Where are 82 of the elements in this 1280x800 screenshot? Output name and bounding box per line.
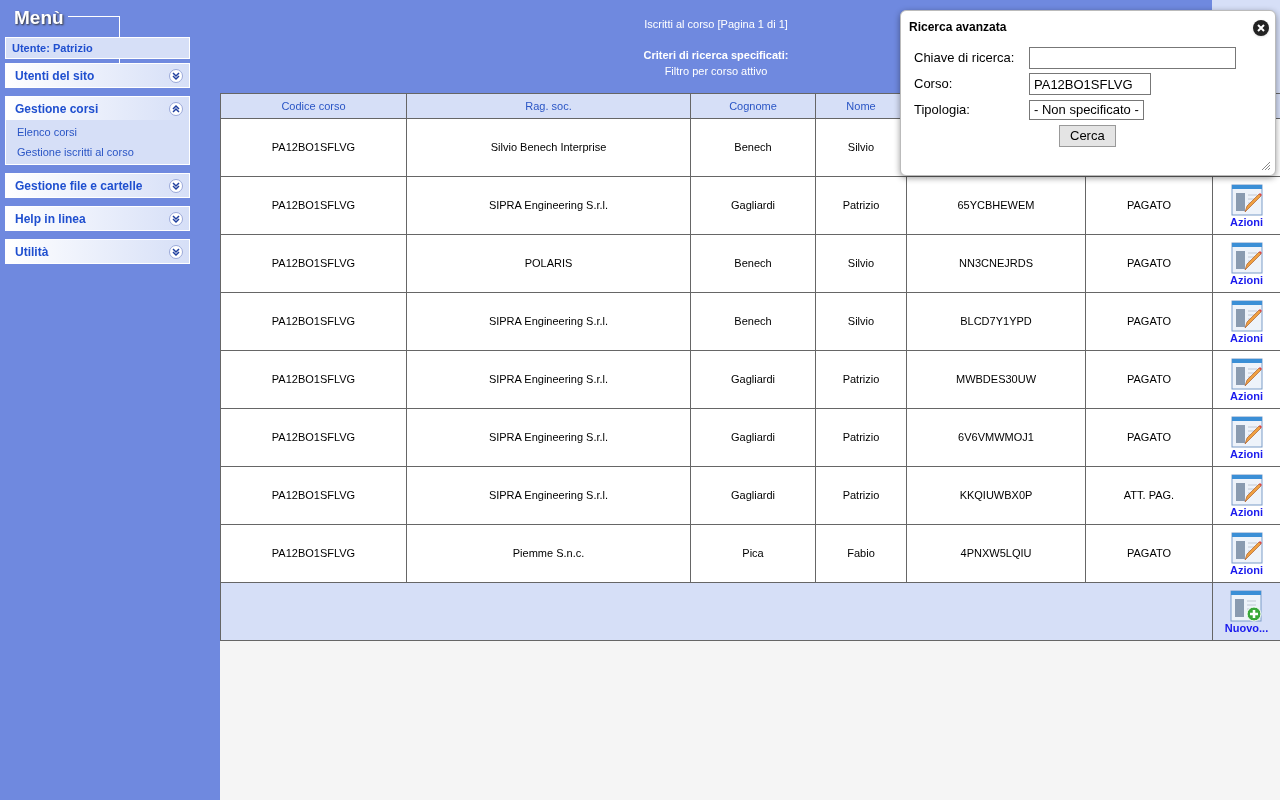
column-header: Cognome [729, 99, 777, 112]
table-cell: 4PNXW5LQIU [960, 547, 1032, 560]
table-cell: SIPRA Engineering S.r.l. [488, 489, 609, 502]
table-cell: ATT. PAG. [1123, 489, 1175, 502]
table-cell: Benech [734, 315, 772, 328]
search-key-field[interactable] [1029, 47, 1236, 69]
edit-document-icon [1230, 415, 1263, 448]
table-cell: Silvio [847, 141, 875, 154]
table-cell: Patrizio [842, 199, 880, 212]
table-cell: PA12BO1SFLVG [271, 489, 356, 502]
table-cell: PA12BO1SFLVG [271, 431, 356, 444]
expand-icon[interactable] [169, 211, 183, 226]
close-icon [1257, 24, 1265, 32]
table-cell: PA12BO1SFLVG [271, 257, 356, 270]
menu-link[interactable]: Gestione iscritti al corso [6, 142, 134, 162]
field-label: Tipologia: [914, 101, 971, 120]
edit-document-icon [1230, 531, 1263, 564]
table-cell: PAGATO [1127, 315, 1171, 328]
expand-icon[interactable] [169, 68, 183, 83]
table-cell: SIPRA Engineering S.r.l. [488, 199, 609, 212]
table-cell: BLCD7Y1YPD [960, 315, 1032, 328]
table-cell: Gagliardi [731, 373, 775, 386]
menu-section-header[interactable]: Utilità [15, 242, 49, 261]
expand-icon[interactable] [169, 244, 183, 259]
table-cell: SIPRA Engineering S.r.l. [488, 373, 609, 386]
table-cell: Gagliardi [731, 431, 775, 444]
menu-title: Menù [14, 6, 64, 30]
table-cell: Benech [734, 141, 772, 154]
table-cell: Patrizio [842, 431, 880, 444]
table-cell: PA12BO1SFLVG [271, 141, 356, 154]
edit-document-icon [1230, 241, 1263, 274]
table-cell: MWBDES30UW [955, 373, 1037, 386]
menu-link[interactable]: Elenco corsi [6, 122, 77, 142]
table-cell: PAGATO [1127, 547, 1171, 560]
edit-document-icon [1230, 357, 1263, 390]
edit-document-icon [1230, 299, 1263, 332]
type-select[interactable]: - Non specificato - [1029, 100, 1144, 120]
edit-document-icon [1230, 183, 1263, 216]
field-label: Chiave di ricerca: [914, 49, 1016, 68]
user-label: Utente: Patrizio [5, 37, 190, 59]
table-cell: Piemme S.n.c. [512, 547, 585, 560]
table-cell: Fabio [847, 547, 875, 560]
table-cell: Gagliardi [731, 199, 775, 212]
expand-icon[interactable] [169, 178, 183, 193]
table-cell: POLARIS [524, 257, 573, 270]
criteria-label: Criteri di ricerca specificati: [643, 47, 789, 63]
collapse-icon[interactable] [169, 101, 183, 116]
table-cell: PAGATO [1127, 431, 1171, 444]
search-button[interactable]: Cerca [1059, 125, 1116, 147]
table-cell: 65YCBHEWEM [957, 199, 1035, 212]
table-cell: PA12BO1SFLVG [271, 199, 356, 212]
table-cell: KKQIUWBX0P [959, 489, 1033, 502]
table-cell: Benech [734, 257, 772, 270]
column-header: Rag. soc. [525, 99, 572, 112]
course-field[interactable]: PA12BO1SFLVG [1029, 73, 1151, 95]
table-cell: Gagliardi [731, 489, 775, 502]
table-cell: 6V6VMWMOJ1 [958, 431, 1034, 444]
table-cell: SIPRA Engineering S.r.l. [488, 315, 609, 328]
column-header: Codice corso [281, 99, 346, 112]
table-cell: Patrizio [842, 373, 880, 386]
dialog-title: Ricerca avanzata [909, 19, 1007, 36]
close-button[interactable] [1253, 20, 1269, 36]
table-cell: Silvio [847, 315, 875, 328]
table-cell: PAGATO [1127, 199, 1171, 212]
table-cell: PAGATO [1127, 373, 1171, 386]
table-cell: PAGATO [1127, 257, 1171, 270]
column-header: Nome [846, 99, 876, 112]
table-cell: SIPRA Engineering S.r.l. [488, 431, 609, 444]
resize-handle-icon[interactable] [1261, 161, 1271, 171]
table-cell: Pica [742, 547, 764, 560]
field-label: Corso: [914, 75, 954, 94]
table-cell: Patrizio [842, 489, 880, 502]
add-document-icon [1230, 589, 1263, 622]
table-cell: PA12BO1SFLVG [271, 373, 356, 386]
edit-document-icon [1230, 473, 1263, 506]
table-cell: PA12BO1SFLVG [271, 547, 356, 560]
table-cell: NN3CNEJRDS [959, 257, 1033, 270]
page-title: Iscritti al corso [Pagina 1 di 1] [644, 17, 788, 32]
table-cell: Silvio [847, 257, 875, 270]
table-cell: PA12BO1SFLVG [271, 315, 356, 328]
criteria-text: Filtro per corso attivo [664, 64, 768, 79]
table-cell: Silvio Benech Interprise [490, 141, 607, 154]
